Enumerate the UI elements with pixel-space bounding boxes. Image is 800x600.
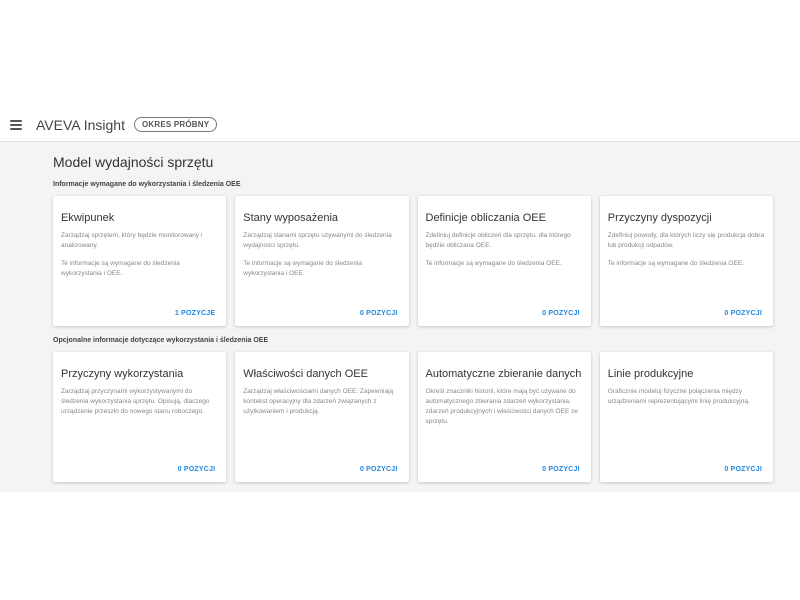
card-note: Te informacje są wymagane do śledzenia O…: [425, 260, 562, 267]
card-title: Przyczyny wykorzystania: [61, 368, 184, 380]
card-utilization-reasons[interactable]: Przyczyny wykorzystania Zarządzaj przycz…: [53, 352, 227, 482]
app-frame: AVEVA Insight OKRES PRÓBNY Model wydajno…: [0, 108, 800, 492]
menu-icon[interactable]: [10, 119, 22, 130]
card-description: Zarządzaj przyczynami wykorzystywanymi d…: [61, 388, 210, 415]
required-section-title: Informacje wymagane do wykorzystania i ś…: [53, 181, 241, 188]
card-note: Te informacje są wymagane do śledzenia w…: [243, 260, 363, 277]
required-cards: Ekwipunek Zarządzaj sprzętem, który będz…: [53, 196, 773, 326]
card-items-link[interactable]: 0 POZYCJI: [360, 466, 398, 473]
card-title: Właściwości danych OEE: [243, 368, 368, 380]
main-content: Model wydajności sprzętu Informacje wyma…: [53, 154, 773, 493]
card-equipment-states[interactable]: Stany wyposażenia Zarządzaj stanami sprz…: [235, 196, 409, 326]
card-disposition-reasons[interactable]: Przyczyny dyspozycji Zdefiniuj powody, d…: [599, 196, 773, 326]
card-oee-data-properties[interactable]: Właściwości danych OEE Zarządzaj właściw…: [235, 352, 409, 482]
card-description: Zdefiniuj powody, dla których liczy się …: [607, 232, 765, 249]
card-items-link[interactable]: 0 POZYCJI: [542, 310, 580, 317]
card-items-link[interactable]: 0 POZYCJI: [724, 310, 762, 317]
card-title: Definicje obliczania OEE: [425, 212, 546, 224]
card-note: Te informacje są wymagane do śledzenia w…: [61, 260, 180, 277]
card-items-link[interactable]: 0 POZYCJI: [542, 466, 580, 473]
card-items-link[interactable]: 0 POZYCJI: [178, 466, 216, 473]
card-description: Graficznie modeluj fizyczne połączenia m…: [607, 388, 750, 405]
card-production-lines[interactable]: Linie produkcyjne Graficznie modeluj fiz…: [599, 352, 773, 482]
optional-cards: Przyczyny wykorzystania Zarządzaj przycz…: [53, 352, 773, 482]
optional-section-title: Opcjonalne informacje dotyczące wykorzys…: [53, 337, 269, 344]
card-items-link[interactable]: 0 POZYCJI: [724, 466, 762, 473]
card-title: Przyczyny dyspozycji: [607, 212, 712, 224]
card-note: Te informacje są wymagane do śledzenia O…: [607, 260, 744, 267]
card-oee-definitions[interactable]: Definicje obliczania OEE Zdefiniuj defin…: [417, 196, 591, 326]
card-description: Zarządzaj stanami sprzętu używanymi do ś…: [243, 232, 392, 249]
card-description: Zarządzaj właściwościami danych OEE. Zap…: [243, 388, 394, 415]
app-title: AVEVA Insight: [36, 116, 125, 133]
card-title: Ekwipunek: [61, 212, 115, 224]
card-description: Określ znaczniki historii, które mają by…: [425, 388, 578, 425]
card-automatic-data-collection[interactable]: Automatyczne zbieranie danych Określ zna…: [417, 352, 591, 482]
card-description: Zarządzaj sprzętem, który będzie monitor…: [61, 232, 203, 249]
trial-badge: OKRES PRÓBNY: [133, 117, 218, 132]
page-title: Model wydajności sprzętu: [53, 154, 214, 170]
card-title: Stany wyposażenia: [243, 212, 339, 224]
card-equipment[interactable]: Ekwipunek Zarządzaj sprzętem, który będz…: [53, 196, 227, 326]
top-bar: AVEVA Insight OKRES PRÓBNY: [0, 108, 800, 142]
card-description: Zdefiniuj definicje obliczeń dla sprzętu…: [425, 232, 571, 249]
card-items-link[interactable]: 0 POZYCJI: [360, 310, 398, 317]
card-title: Linie produkcyjne: [607, 368, 694, 380]
card-items-link[interactable]: 1 POZYCJE: [175, 310, 215, 317]
card-title: Automatyczne zbieranie danych: [425, 368, 582, 380]
